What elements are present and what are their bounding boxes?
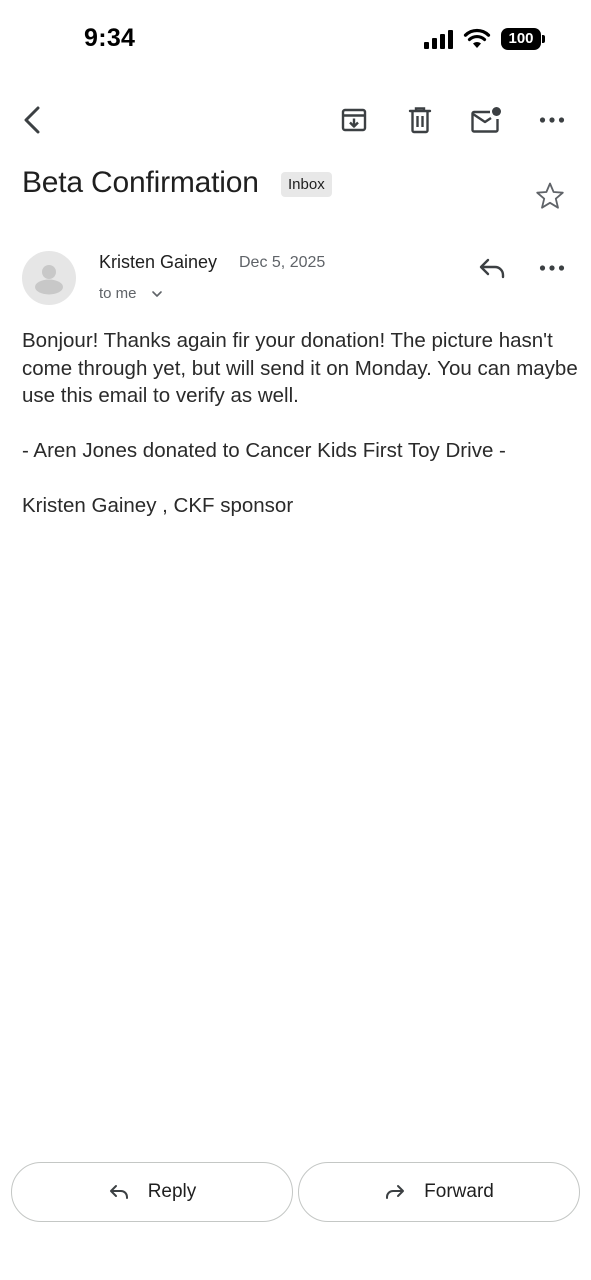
message-more-button[interactable]	[530, 246, 574, 290]
chevron-down-icon	[151, 290, 162, 297]
body-paragraph: - Aren Jones donated to Cancer Kids Firs…	[22, 439, 506, 462]
star-button[interactable]	[530, 176, 570, 216]
mark-unread-button[interactable]	[462, 96, 510, 144]
more-horizontal-icon	[539, 117, 565, 123]
status-time: 9:34	[84, 24, 136, 52]
more-options-button[interactable]	[528, 96, 576, 144]
quick-reply-button[interactable]	[470, 246, 514, 290]
reply-label: Reply	[147, 1181, 197, 1202]
reply-icon	[109, 1185, 128, 1199]
email-view: 9:34 100 Beta Confirmation Inbox Kristen…	[0, 0, 591, 1280]
recipient-label: to me	[99, 285, 137, 302]
back-button[interactable]	[8, 96, 56, 144]
status-icons: 100	[424, 28, 545, 50]
cellular-signal-icon	[424, 29, 453, 49]
person-icon	[35, 265, 63, 295]
wifi-icon	[463, 28, 491, 48]
forward-button[interactable]: Forward	[298, 1162, 580, 1222]
email-body: Bonjour! Thanks again fir your donation!…	[22, 327, 582, 520]
sender-name[interactable]: Kristen Gainey	[99, 252, 217, 273]
status-bar: 9:34 100	[0, 0, 591, 80]
sender-avatar[interactable]	[22, 251, 76, 305]
body-paragraph: Bonjour! Thanks again fir your donation!…	[22, 329, 584, 407]
forward-label: Forward	[424, 1181, 494, 1202]
inbox-label-badge[interactable]: Inbox	[281, 172, 332, 197]
email-signature: Kristen Gainey , CKF sponsor	[22, 494, 294, 517]
reply-icon	[479, 258, 505, 279]
delete-button[interactable]	[396, 96, 444, 144]
archive-icon	[341, 108, 367, 132]
trash-icon	[408, 107, 432, 134]
back-arrow-icon	[24, 106, 40, 134]
mark-unread-mail-icon	[471, 107, 501, 133]
archive-button[interactable]	[330, 96, 378, 144]
recipient-details-toggle[interactable]: to me	[99, 285, 163, 302]
battery-icon: 100	[501, 28, 545, 50]
forward-icon	[386, 1185, 405, 1199]
toolbar	[0, 96, 591, 144]
email-date: Dec 5, 2025	[239, 254, 326, 271]
more-horizontal-icon	[539, 265, 565, 271]
star-icon	[536, 182, 564, 209]
reply-button[interactable]: Reply	[11, 1162, 293, 1222]
email-subject: Beta Confirmation	[22, 166, 259, 199]
